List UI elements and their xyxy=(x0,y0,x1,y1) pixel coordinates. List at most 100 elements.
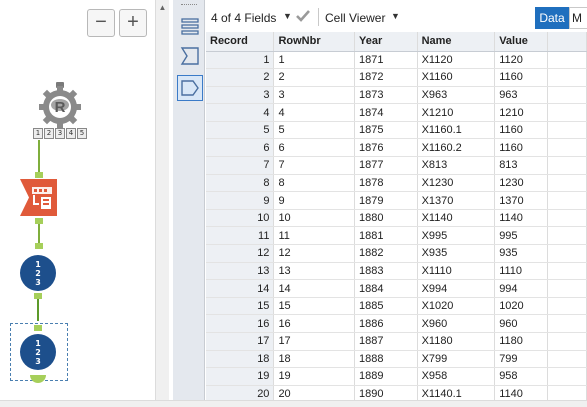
rownbr-cell[interactable]: 8 xyxy=(273,174,355,193)
output-badge[interactable]: 3 xyxy=(55,128,65,139)
multi-row-formula-tool-icon[interactable]: 1 2 3 xyxy=(20,334,56,370)
table-row[interactable]: 16 16 1886 X960 960 xyxy=(206,314,587,333)
year-cell[interactable]: 1879 xyxy=(354,191,418,210)
table-row[interactable]: 19 19 1889 X958 958 xyxy=(206,367,587,386)
name-cell[interactable]: X799 xyxy=(417,350,496,369)
name-cell[interactable]: X958 xyxy=(417,367,496,386)
year-cell[interactable]: 1888 xyxy=(354,350,418,369)
grip-handle-icon[interactable] xyxy=(181,4,197,7)
year-cell[interactable]: 1872 xyxy=(354,68,418,87)
column-header-record[interactable]: Record xyxy=(206,32,275,52)
record-cell[interactable]: 9 xyxy=(206,191,275,210)
record-cell[interactable]: 17 xyxy=(206,332,275,351)
name-cell[interactable]: X1020 xyxy=(417,297,496,316)
year-cell[interactable]: 1883 xyxy=(354,262,418,281)
year-cell[interactable]: 1881 xyxy=(354,226,418,246)
input-anchor[interactable] xyxy=(35,172,43,178)
output-badge[interactable]: 4 xyxy=(66,128,76,139)
table-row[interactable]: 5 5 1875 X1160.1 1160 xyxy=(206,121,587,140)
record-cell[interactable]: 6 xyxy=(206,138,275,158)
input-anchor[interactable] xyxy=(35,243,43,249)
value-cell[interactable]: 963 xyxy=(494,86,549,105)
rownbr-cell[interactable]: 16 xyxy=(273,314,355,333)
output-badge[interactable]: 5 xyxy=(77,128,87,139)
year-cell[interactable]: 1884 xyxy=(354,279,418,298)
name-cell[interactable]: X994 xyxy=(417,279,496,298)
record-cell[interactable]: 10 xyxy=(206,209,275,228)
record-cell[interactable]: 4 xyxy=(206,103,275,122)
record-cell[interactable]: 19 xyxy=(206,367,275,386)
record-cell[interactable]: 16 xyxy=(206,314,275,333)
value-cell[interactable]: 1160 xyxy=(494,138,549,158)
data-tab-button[interactable]: Data xyxy=(535,7,569,29)
column-header-name[interactable]: Name xyxy=(417,32,496,52)
record-cell[interactable]: 14 xyxy=(206,279,275,298)
connection-line[interactable] xyxy=(38,140,40,173)
record-cell[interactable]: 1 xyxy=(206,51,275,70)
horizontal-scrollbar[interactable] xyxy=(0,400,587,407)
results-grid[interactable]: Record RowNbr Year Name Value 1 1 1871 X112… xyxy=(206,32,587,407)
value-cell[interactable]: 935 xyxy=(494,244,549,263)
multi-row-formula-tool-icon[interactable]: 1 2 3 xyxy=(20,255,56,291)
output-anchor[interactable] xyxy=(30,375,46,383)
record-cell[interactable]: 5 xyxy=(206,121,275,140)
name-cell[interactable]: X963 xyxy=(417,86,496,105)
rownbr-cell[interactable]: 11 xyxy=(273,226,355,246)
name-cell[interactable]: X1140 xyxy=(417,209,496,228)
year-cell[interactable]: 1877 xyxy=(354,156,418,175)
name-cell[interactable]: X995 xyxy=(417,226,496,246)
zoom-in-button[interactable]: + xyxy=(119,9,147,37)
table-row[interactable]: 11 11 1881 X995 995 xyxy=(206,226,587,246)
rownbr-cell[interactable]: 18 xyxy=(273,350,355,369)
table-row[interactable]: 2 2 1872 X1160 1160 xyxy=(206,68,587,87)
value-cell[interactable]: 799 xyxy=(494,350,549,369)
year-cell[interactable]: 1887 xyxy=(354,332,418,351)
table-row[interactable]: 3 3 1873 X963 963 xyxy=(206,86,587,105)
input-anchor[interactable] xyxy=(34,325,42,331)
year-cell[interactable]: 1874 xyxy=(354,103,418,122)
table-row[interactable]: 9 9 1879 X1370 1370 xyxy=(206,191,587,210)
table-row[interactable]: 17 17 1887 X1180 1180 xyxy=(206,332,587,351)
value-cell[interactable]: 813 xyxy=(494,156,549,175)
output-badge[interactable]: 1 xyxy=(33,128,43,139)
column-header-value[interactable]: Value xyxy=(494,32,549,52)
name-cell[interactable]: X1230 xyxy=(417,174,496,193)
name-cell[interactable]: X1160 xyxy=(417,68,496,87)
column-header-rownbr[interactable]: RowNbr xyxy=(273,32,355,52)
year-cell[interactable]: 1878 xyxy=(354,174,418,193)
rownbr-cell[interactable]: 2 xyxy=(273,68,355,87)
rownbr-cell[interactable]: 10 xyxy=(273,209,355,228)
value-cell[interactable]: 994 xyxy=(494,279,549,298)
value-cell[interactable]: 960 xyxy=(494,314,549,333)
column-header-year[interactable]: Year xyxy=(354,32,418,52)
r-tool-icon[interactable]: R xyxy=(38,84,82,130)
table-row[interactable]: 10 10 1880 X1140 1140 xyxy=(206,209,587,228)
output-badge[interactable]: 2 xyxy=(44,128,54,139)
value-cell[interactable]: 958 xyxy=(494,367,549,386)
name-cell[interactable]: X960 xyxy=(417,314,496,333)
chevron-down-icon[interactable]: ▼ xyxy=(283,11,292,21)
rownbr-cell[interactable]: 15 xyxy=(273,297,355,316)
rownbr-cell[interactable]: 1 xyxy=(273,51,355,70)
rownbr-cell[interactable]: 5 xyxy=(273,121,355,140)
chevron-down-icon[interactable]: ▼ xyxy=(391,11,400,21)
record-cell[interactable]: 3 xyxy=(206,86,275,105)
year-cell[interactable]: 1876 xyxy=(354,138,418,158)
rownbr-cell[interactable]: 13 xyxy=(273,262,355,281)
value-cell[interactable]: 1230 xyxy=(494,174,549,193)
rownbr-cell[interactable]: 17 xyxy=(273,332,355,351)
append-fields-tool-icon[interactable] xyxy=(20,179,57,216)
rownbr-cell[interactable]: 14 xyxy=(273,279,355,298)
year-cell[interactable]: 1882 xyxy=(354,244,418,263)
year-cell[interactable]: 1886 xyxy=(354,314,418,333)
cell-viewer-selector[interactable]: Cell Viewer xyxy=(325,11,385,25)
fields-selector[interactable]: 4 of 4 Fields xyxy=(211,11,276,25)
name-cell[interactable]: X1370 xyxy=(417,191,496,210)
value-cell[interactable]: 1370 xyxy=(494,191,549,210)
record-cell[interactable]: 15 xyxy=(206,297,275,316)
canvas-vertical-scrollbar[interactable]: ▲ xyxy=(155,0,169,400)
table-row[interactable]: 15 15 1885 X1020 1020 xyxy=(206,297,587,316)
table-row[interactable]: 7 7 1877 X813 813 xyxy=(206,156,587,175)
record-cell[interactable]: 7 xyxy=(206,156,275,175)
record-cell[interactable]: 12 xyxy=(206,244,275,263)
